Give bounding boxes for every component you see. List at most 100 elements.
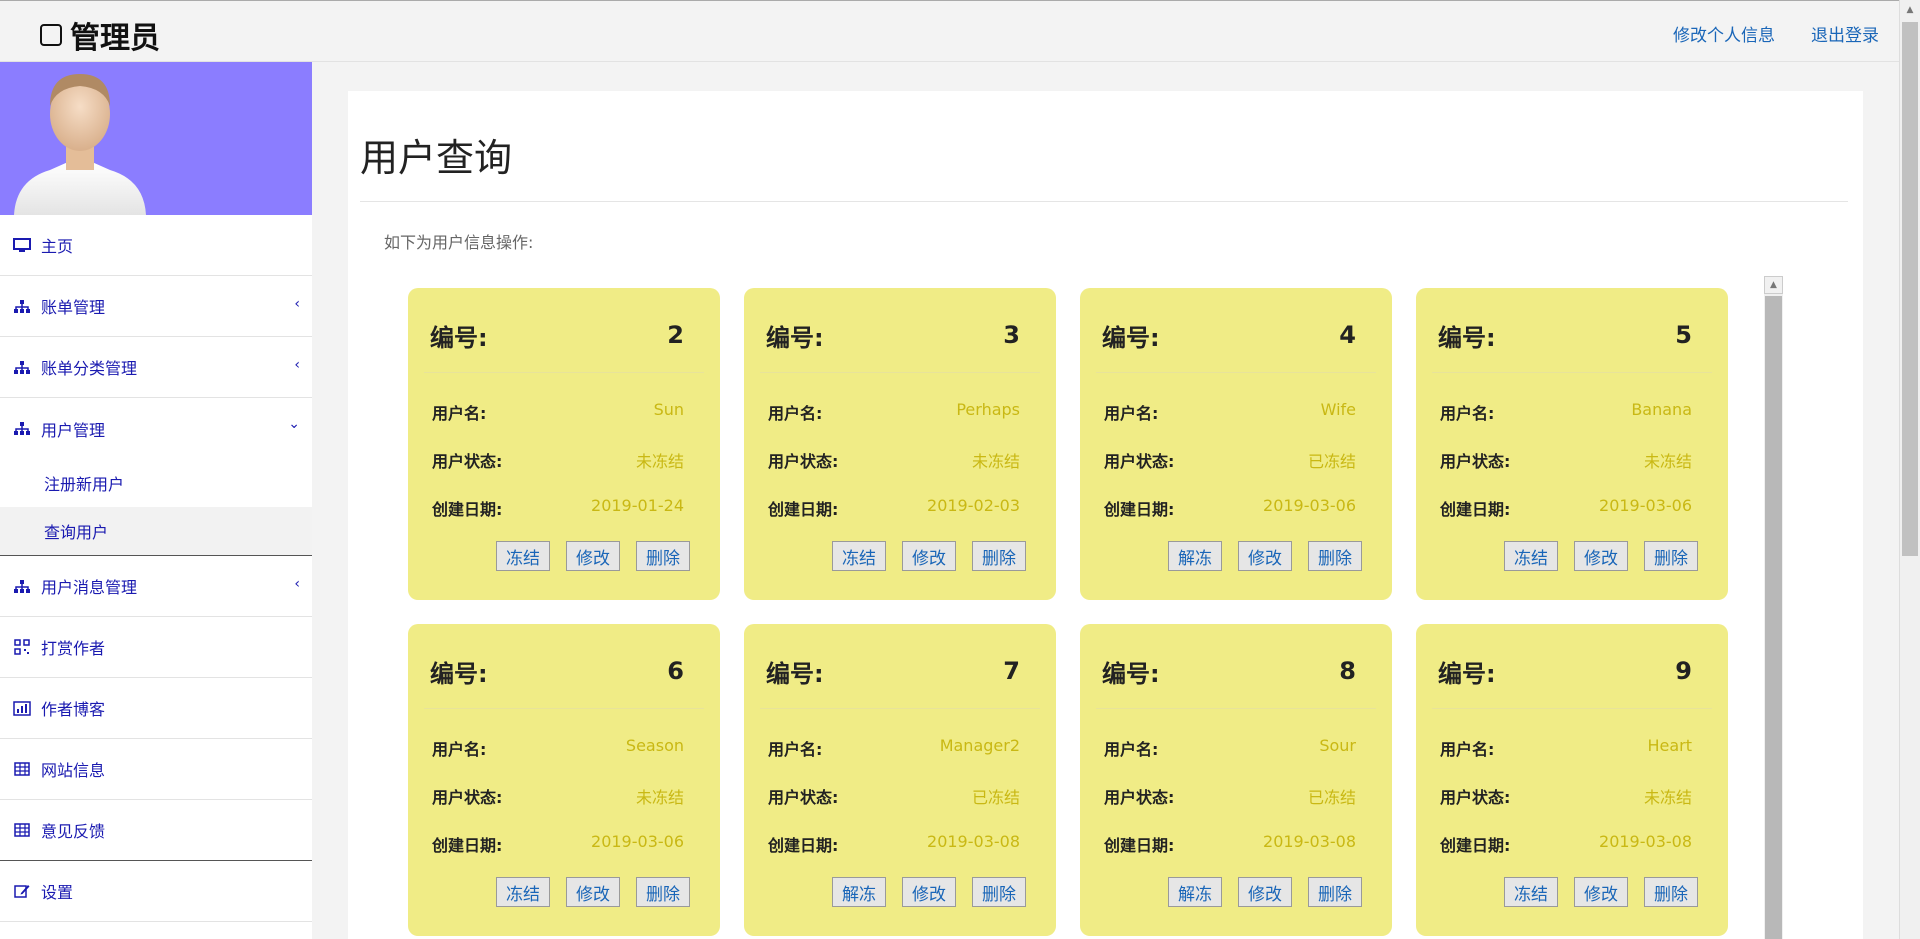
- status-value: 已冻结: [1307, 452, 1356, 471]
- sidebar-item-feedback[interactable]: 意见反馈: [0, 800, 312, 861]
- edit-button[interactable]: 修改: [1238, 877, 1292, 907]
- status-label: 用户状态:: [768, 452, 839, 471]
- sidebar-item-home[interactable]: 主页: [0, 215, 312, 276]
- status-row: 用户状态: 未冻结: [432, 448, 684, 471]
- edit-button[interactable]: 修改: [1238, 541, 1292, 571]
- sidebar-item-bill-management[interactable]: 账单管理 ‹: [0, 276, 312, 337]
- user-id: 4: [1339, 321, 1356, 349]
- edit-button[interactable]: 修改: [902, 541, 956, 571]
- created-value: 2019-03-08: [927, 832, 1020, 851]
- edit-button[interactable]: 修改: [566, 541, 620, 571]
- card-header: 编号: 2: [430, 318, 684, 352]
- freeze-toggle-button[interactable]: 冻结: [1504, 877, 1558, 907]
- delete-button[interactable]: 删除: [636, 541, 690, 571]
- card-header: 编号: 9: [1438, 654, 1692, 688]
- logout-link[interactable]: 退出登录: [1811, 21, 1879, 46]
- created-label: 创建日期:: [768, 836, 839, 855]
- created-value: 2019-03-06: [591, 832, 684, 851]
- delete-button[interactable]: 删除: [1308, 541, 1362, 571]
- user-id: 2: [667, 321, 684, 349]
- user-id: 8: [1339, 657, 1356, 685]
- top-bar: 管理员 修改个人信息 退出登录: [0, 0, 1899, 62]
- scroll-up-icon[interactable]: ▲: [1764, 276, 1783, 294]
- id-label: 编号:: [766, 659, 824, 688]
- sidebar-item-settings[interactable]: 设置: [0, 861, 312, 922]
- status-row: 用户状态: 未冻结: [768, 448, 1020, 471]
- divider: [424, 708, 704, 709]
- created-value: 2019-03-08: [1599, 832, 1692, 851]
- username-row: 用户名: Season: [432, 736, 684, 759]
- status-row: 用户状态: 已冻结: [1104, 784, 1356, 807]
- freeze-toggle-button[interactable]: 冻结: [496, 541, 550, 571]
- user-card: 编号: 6 用户名: Season 用户状态: 未冻结 创建日期: 2019-03-06 冻结修…: [408, 624, 720, 936]
- card-header: 编号: 8: [1102, 654, 1356, 688]
- card-scrollbar[interactable]: ▲: [1764, 276, 1783, 939]
- edit-button[interactable]: 修改: [566, 877, 620, 907]
- status-value: 未冻结: [971, 452, 1020, 471]
- id-label: 编号:: [430, 323, 488, 352]
- avatar: [0, 62, 312, 215]
- username-value: Perhaps: [956, 400, 1020, 419]
- status-row: 用户状态: 已冻结: [1104, 448, 1356, 471]
- status-row: 用户状态: 已冻结: [768, 784, 1020, 807]
- user-card: 编号: 7 用户名: Manager2 用户状态: 已冻结创建日期: 2019-03-08 解…: [744, 624, 1056, 936]
- card-header: 编号: 6: [430, 654, 684, 688]
- created-row: 创建日期: 2019-03-06: [432, 832, 684, 855]
- sidebar-item-site-info[interactable]: 网站信息: [0, 739, 312, 800]
- username-row: 用户名: Sun: [432, 400, 684, 423]
- edit-button[interactable]: 修改: [1574, 541, 1628, 571]
- delete-button[interactable]: 删除: [972, 877, 1026, 907]
- scroll-thumb[interactable]: [1902, 22, 1918, 556]
- created-value: 2019-03-06: [1263, 496, 1356, 515]
- freeze-toggle-button[interactable]: 冻结: [496, 877, 550, 907]
- divider: [1432, 708, 1712, 709]
- sidebar-item-label: 主页: [41, 237, 74, 256]
- status-value: 未冻结: [1643, 788, 1692, 807]
- status-label: 用户状态:: [1104, 452, 1175, 471]
- delete-button[interactable]: 删除: [1644, 877, 1698, 907]
- delete-button[interactable]: 删除: [1644, 541, 1698, 571]
- chevron-left-icon: ‹: [294, 576, 300, 592]
- sidebar-item-user-management[interactable]: 用户管理 ⌄: [0, 398, 312, 459]
- delete-button[interactable]: 删除: [636, 877, 690, 907]
- edit-button[interactable]: 修改: [1574, 877, 1628, 907]
- sidebar-item-label: 设置: [41, 883, 74, 902]
- freeze-toggle-button[interactable]: 冻结: [832, 541, 886, 571]
- edit-button[interactable]: 修改: [902, 877, 956, 907]
- status-label: 用户状态:: [1440, 452, 1511, 471]
- square-icon: [40, 24, 62, 46]
- sidebar-item-author-blog[interactable]: 作者博客: [0, 678, 312, 739]
- freeze-toggle-button[interactable]: 冻结: [1504, 541, 1558, 571]
- sidebar-item-label: 账单分类管理: [41, 359, 138, 378]
- divider: [360, 201, 1848, 202]
- username-row: 用户名: Heart: [1440, 736, 1692, 759]
- delete-button[interactable]: 删除: [1308, 877, 1362, 907]
- card-header: 编号: 5: [1438, 318, 1692, 352]
- divider: [760, 708, 1040, 709]
- card-header: 编号: 7: [766, 654, 1020, 688]
- sidebar-submenu: 注册新用户 查询用户: [0, 459, 312, 556]
- sidebar-item-label: 用户管理: [41, 420, 106, 440]
- scroll-up-icon[interactable]: ▲: [1900, 0, 1920, 20]
- edit-profile-link[interactable]: 修改个人信息: [1673, 21, 1775, 46]
- card-actions: 冻结 修改 删除: [1504, 877, 1698, 907]
- status-value: 未冻结: [635, 452, 684, 471]
- freeze-toggle-button[interactable]: 解冻: [1168, 877, 1222, 907]
- sidebar-item-bill-category[interactable]: 账单分类管理 ‹: [0, 337, 312, 398]
- username-row: 用户名: Banana: [1440, 400, 1692, 423]
- scroll-thumb[interactable]: [1765, 296, 1782, 939]
- sidebar-item-label: 网站信息: [41, 761, 106, 780]
- freeze-toggle-button[interactable]: 解冻: [1168, 541, 1222, 571]
- freeze-toggle-button[interactable]: 解冻: [832, 877, 886, 907]
- username-row: 用户名: Manager2: [768, 736, 1020, 759]
- sidebar-item-user-messages[interactable]: 用户消息管理 ‹: [0, 556, 312, 617]
- page-scrollbar[interactable]: ▲: [1899, 0, 1920, 939]
- user-card: 编号: 9 用户名: Heart 用户状态: 未冻结 创建日期: 2019-03-08 冻结 修改…: [1416, 624, 1728, 936]
- sidebar-subitem-query-user[interactable]: 查询用户: [0, 507, 312, 555]
- sidebar-item-label: 作者博客: [41, 700, 106, 719]
- delete-button[interactable]: 删除: [972, 541, 1026, 571]
- sidebar-item-donate[interactable]: 打赏作者: [0, 617, 312, 678]
- top-links: 修改个人信息 退出登录: [1673, 21, 1879, 46]
- created-row: 创建日期: 2019-03-08: [1104, 832, 1356, 855]
- sidebar-subitem-register-user[interactable]: 注册新用户: [0, 459, 312, 507]
